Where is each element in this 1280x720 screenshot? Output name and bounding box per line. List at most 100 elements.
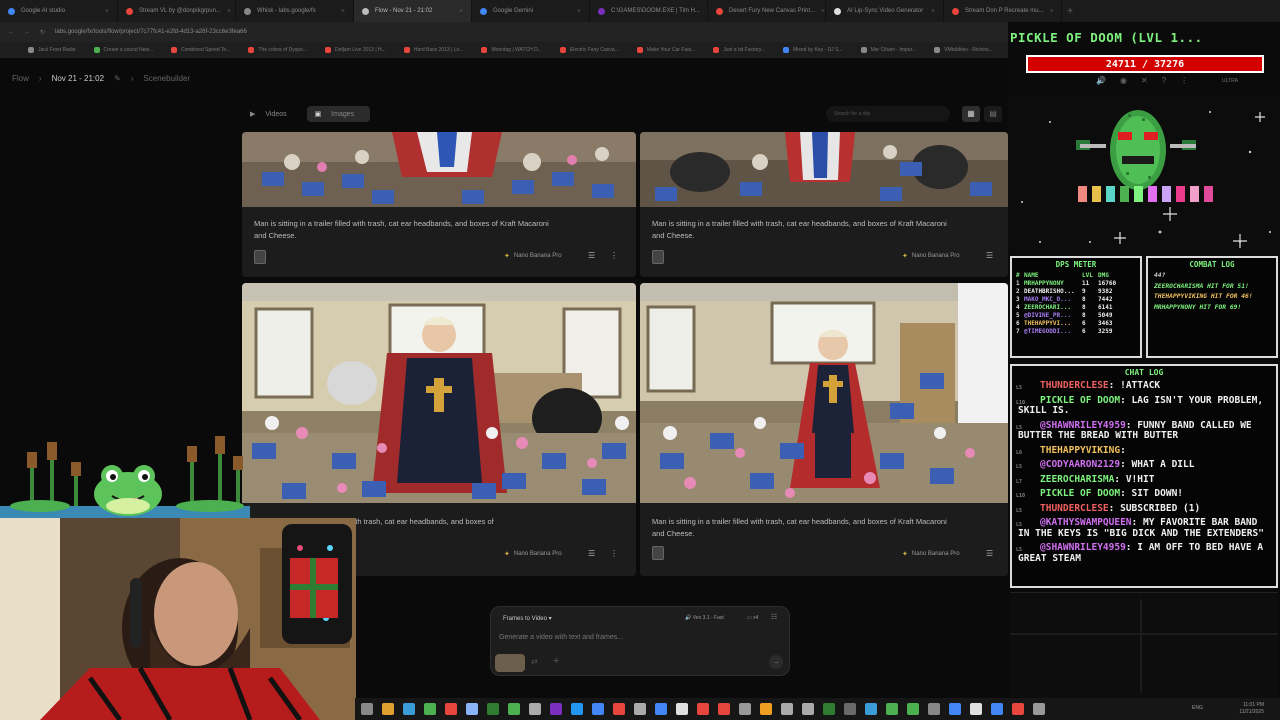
taskbar-app-icon[interactable] [865,703,877,715]
close-tab-icon[interactable]: × [341,8,345,15]
list-view-icon[interactable]: ▤ [984,106,1002,122]
close-tab-icon[interactable]: × [459,8,463,15]
bookmark-item[interactable]: Electric Fairy Canva... [559,47,619,53]
close-tab-icon[interactable]: × [931,8,935,15]
reload-icon[interactable]: ↻ [40,29,45,36]
settings-icon[interactable]: ☷ [771,613,777,621]
options-icon[interactable]: ☰ [588,251,595,260]
forward-icon[interactable]: → [24,29,30,35]
x-icon[interactable]: ✕ [1141,76,1148,85]
browser-tab[interactable]: Google AI studio × [0,0,118,22]
browser-tab[interactable]: Stream VL by @donpikgrpun... × [118,0,236,22]
back-icon[interactable]: ← [8,29,14,35]
taskbar-app-icon[interactable] [676,703,688,715]
volume-icon[interactable]: 🔊 [1096,76,1106,85]
generated-image[interactable] [242,132,636,207]
tab-videos[interactable]: ▶ Videos [242,106,303,122]
taskbar-app-icon[interactable] [970,703,982,715]
bookmark-item[interactable]: Create a sound New... [93,47,153,53]
options-icon[interactable]: ☰ [588,549,595,558]
taskbar-app-icon[interactable] [1012,703,1024,715]
taskbar-app-icon[interactable] [613,703,625,715]
bookmark-item[interactable]: Hard Bass 2013 | Lo... [403,47,463,53]
reference-thumbnail[interactable] [254,250,266,264]
bookmark-item[interactable]: Mar Cifuen - Impur... [860,47,916,53]
taskbar-app-icon[interactable] [445,703,457,715]
help-icon[interactable]: ? [1162,76,1166,85]
language-indicator[interactable]: ENG [1192,705,1203,711]
taskbar-app-icon[interactable] [487,703,499,715]
tab-images[interactable]: ▣ Images [306,106,371,122]
url-field[interactable]: labs.google/fx/tools/flow/project/7c77fc… [55,29,247,35]
generated-image[interactable] [640,283,1008,503]
options-icon[interactable]: ☰ [986,251,993,260]
send-button[interactable]: → [769,655,783,669]
taskbar-app-icon[interactable] [634,703,646,715]
prompt-input[interactable]: Generate a video with text and frames... [499,634,623,641]
taskbar-app-icon[interactable] [718,703,730,715]
taskbar-app-icon[interactable] [508,703,520,715]
mode-dropdown[interactable]: Frames to Video ▾ [503,615,552,622]
breadcrumb-flow[interactable]: Flow [12,74,29,83]
close-tab-icon[interactable]: × [577,8,581,15]
generated-image[interactable] [242,283,636,503]
image-card[interactable]: Man is sitting in a trailer filled with … [640,283,1008,576]
taskbar-app-icon[interactable] [403,703,415,715]
taskbar-app-icon[interactable] [781,703,793,715]
more-icon[interactable]: ⋮ [610,251,618,260]
browser-tab[interactable]: Flow - Nov 21 - 21:02 × [354,0,472,22]
taskbar-app-icon[interactable] [928,703,940,715]
taskbar-app-icon[interactable] [529,703,541,715]
add-frame-icon[interactable]: + [553,655,559,667]
close-tab-icon[interactable]: × [821,8,825,15]
swap-icon[interactable]: ⇄ [531,657,538,666]
taskbar-app-icon[interactable] [550,703,562,715]
taskbar-app-icon[interactable] [991,703,1003,715]
browser-tab[interactable]: Whisk - labs.google/fx × [236,0,354,22]
more-icon[interactable]: ⋮ [1180,76,1188,85]
taskbar-app-icon[interactable] [655,703,667,715]
browser-tab[interactable]: C:\GAMES\DOOM.EXE | Tim H...× [590,0,708,22]
bookmark-item[interactable]: Defjam Live 2013 | H... [325,47,386,53]
bookmark-item[interactable]: Just a bit Factory... [713,47,765,53]
search-input[interactable]: Search for a clip [826,106,950,122]
taskbar-app-icon[interactable] [739,703,751,715]
options-icon[interactable]: ☰ [986,549,993,558]
browser-tab[interactable]: Google Gemini × [472,0,590,22]
taskbar-app-icon[interactable] [760,703,772,715]
bookmark-item[interactable]: Moontag | WATCH D... [481,47,542,53]
more-icon[interactable]: ⋮ [610,549,618,558]
bookmark-item[interactable]: Make Your Car Fast... [636,47,695,53]
taskbar-app-icon[interactable] [844,703,856,715]
model-dropdown[interactable]: 🔊 Veo 3.1 - Fast [685,615,724,621]
frame-thumbnail[interactable] [495,654,525,672]
browser-tab[interactable]: Stream Don P Recreate mu... × [944,0,1062,22]
taskbar-app-icon[interactable] [802,703,814,715]
breadcrumb-project[interactable]: Nov 21 - 21:02 [52,74,104,83]
reference-thumbnail[interactable] [652,546,664,560]
bookmark-item[interactable]: VMtabbles - Richew... [934,47,993,53]
taskbar-app-icon[interactable] [592,703,604,715]
taskbar-app-icon[interactable] [697,703,709,715]
taskbar-app-icon[interactable] [949,703,961,715]
discord-icon[interactable]: ◉ [1120,76,1127,85]
taskbar-app-icon[interactable] [424,703,436,715]
image-card[interactable]: Man is sitting in a trailer filled with … [242,132,636,277]
edit-icon[interactable]: ✎ [114,74,121,83]
output-count[interactable]: ▭ x4 [747,615,758,621]
bookmark-item[interactable]: Jack Frost Radio [28,47,76,53]
bookmark-item[interactable]: Combined Speed Te... [171,47,230,53]
taskbar-app-icon[interactable] [571,703,583,715]
browser-tab[interactable]: AI Lip-Sync Video Generator × [826,0,944,22]
bookmark-item[interactable]: Mixed by Key - DJ S... [783,47,843,53]
taskbar-app-icon[interactable] [1033,703,1045,715]
reference-thumbnail[interactable] [652,250,664,264]
close-tab-icon[interactable]: × [227,8,231,15]
grid-view-icon[interactable]: ▦ [962,106,980,122]
close-tab-icon[interactable]: × [1050,8,1054,15]
taskbar-app-icon[interactable] [466,703,478,715]
taskbar-app-icon[interactable] [382,703,394,715]
image-card[interactable]: Man is sitting in a trailer filled with … [640,132,1008,277]
taskbar-app-icon[interactable] [907,703,919,715]
taskbar-app-icon[interactable] [886,703,898,715]
